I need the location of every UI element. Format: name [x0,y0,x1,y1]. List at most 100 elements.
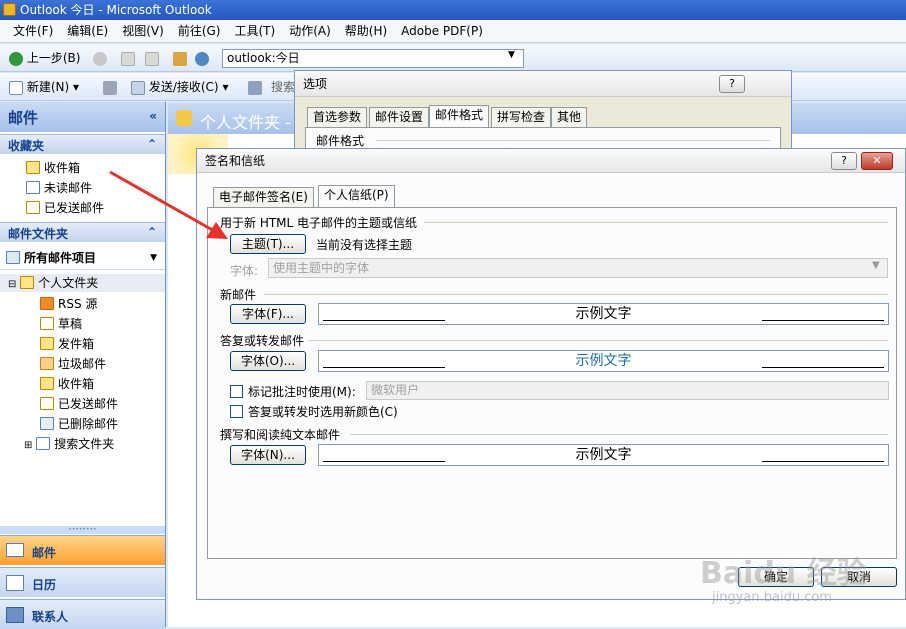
mark-comments-name-input[interactable]: 微软用户 [366,381,889,400]
options-help-button[interactable]: ? [719,75,745,93]
folder-sent[interactable]: 已发送邮件 [40,395,118,413]
address-book-button[interactable] [245,77,265,97]
sig-help-button[interactable]: ? [831,152,857,170]
sample-underline [323,461,445,462]
menu-edit[interactable]: 编辑(E) [60,20,115,43]
annotation-arrow-icon [109,170,228,239]
personal-folders-icon [176,110,192,126]
theme-status: 当前没有选择主题 [316,238,413,252]
refresh-button[interactable] [142,48,162,68]
group-divider [350,434,888,435]
search-folder-icon [26,181,40,194]
address-input[interactable]: outlook:今日 [222,49,524,68]
group-divider [424,222,888,223]
refresh-icon [145,51,159,66]
folder-drafts[interactable]: 草稿 [40,315,82,333]
address-book-icon [248,80,262,95]
folder-rss[interactable]: RSS 源 [40,295,97,313]
junk-mail-icon [40,357,54,370]
close-icon[interactable]: ✕ [861,152,893,170]
theme-font-select[interactable]: 使用主题中的字体 [268,258,888,278]
sample-underline [762,461,884,462]
home-button[interactable] [170,48,190,68]
calendar-button[interactable]: 日历 [0,567,165,597]
title-bar: Outlook 今日 - Microsoft Outlook [0,0,906,20]
options-dialog: 选项 ? 首选参数 邮件设置 邮件格式 拼写检查 其他 邮件格式 [294,70,792,160]
nav-pane-header: 邮件 « [0,102,165,132]
contacts-icon [6,607,24,623]
plain-text-font-button[interactable]: 字体(N)... [230,445,306,465]
address-dropdown-icon[interactable]: ▼ [508,50,515,60]
web-search-button[interactable] [192,48,212,68]
deleted-items-icon [40,417,54,430]
reply-font-button[interactable]: 字体(O)... [230,351,306,371]
magnifier-globe-icon [195,51,209,66]
inbox-icon [40,377,54,390]
sample-underline [323,367,445,368]
folder-inbox[interactable]: 收件箱 [40,375,94,393]
expand-tree-icon[interactable]: ⊞ [24,440,32,451]
collapse-tree-icon[interactable]: ⊟ [8,279,16,290]
mark-comments-label: 标记批注时使用(M): [248,385,356,399]
forward-button[interactable] [90,48,110,68]
tab-mail-setup[interactable]: 邮件设置 [369,107,430,127]
mark-comments-checkbox[interactable] [230,385,243,398]
search-folder-icon [36,437,51,450]
theme-group-label: 用于新 HTML 电子邮件的主题或信纸 [220,216,418,230]
drafts-icon [40,317,54,330]
folder-search[interactable]: ⊞ 搜索文件夹 [24,435,114,453]
personal-folders-node[interactable]: ⊟ 个人文件夹 [0,274,165,292]
plain-text-label: 撰写和阅读纯文本邮件 [220,428,341,442]
menu-file[interactable]: 文件(F) [6,20,60,43]
reply-forward-label: 答复或转发邮件 [220,334,305,348]
favorite-unread[interactable]: 未读邮件 [26,179,92,197]
tab-other[interactable]: 其他 [551,107,588,127]
window-title: Outlook 今日 - Microsoft Outlook [20,3,212,17]
sample-underline [323,320,445,321]
menu-go[interactable]: 前往(G) [171,20,228,43]
printer-icon [103,80,117,95]
stop-icon [121,51,135,66]
contacts-button[interactable]: 联系人 [0,599,165,629]
print-button[interactable] [100,77,120,97]
back-button[interactable]: 上一步(B) [6,48,83,68]
menu-bar: 文件(F) 编辑(E) 视图(V) 前往(G) 工具(T) 动作(A) 帮助(H) Adobe… [0,20,906,43]
favorite-sent[interactable]: 已发送邮件 [26,199,104,217]
favorites-header[interactable]: 收藏夹 ⌃ [0,134,165,154]
new-color-label: 答复或转发时选用新颜色(C) [248,405,398,419]
theme-button[interactable]: 主题(T)... [230,234,306,254]
new-button[interactable]: 新建(N) ▾ [6,77,82,97]
stop-button[interactable] [118,48,138,68]
menu-help[interactable]: 帮助(H) [338,20,394,43]
tab-mail-format[interactable]: 邮件格式 [429,105,490,127]
watermark-url: jingyan.baidu.com [712,590,832,605]
new-mail-label: 新邮件 [220,288,257,302]
group-divider [264,294,888,295]
tab-personal-stationery[interactable]: 个人信纸(P) [318,185,395,207]
chevron-up-icon: ⌃ [146,137,157,151]
tab-spelling[interactable]: 拼写检查 [491,107,552,127]
chevron-down-icon: ▼ [872,260,880,271]
send-receive-button[interactable]: 发送/接收(C) ▾ [128,77,231,97]
folder-deleted[interactable]: 已删除邮件 [40,415,118,433]
menu-tools[interactable]: 工具(T) [227,20,282,43]
tab-preferences[interactable]: 首选参数 [307,107,368,127]
menu-adobe-pdf[interactable]: Adobe PDF(P) [394,20,490,43]
mail-button[interactable]: 邮件 [0,535,165,565]
section-divider [376,140,770,141]
mail-envelope-icon [6,543,24,557]
new-color-checkbox[interactable] [230,405,243,418]
sample-underline [762,320,884,321]
folder-outbox[interactable]: 发件箱 [40,335,94,353]
font-label: 字体: [230,264,259,278]
outbox-icon [40,337,54,350]
new-mail-font-button[interactable]: 字体(F)... [230,304,306,324]
new-mail-icon [9,80,23,95]
collapse-icon[interactable]: « [149,109,157,123]
rss-icon [40,297,54,310]
favorite-inbox[interactable]: 收件箱 [26,159,80,177]
menu-actions[interactable]: 动作(A) [282,20,338,43]
menu-view[interactable]: 视图(V) [115,20,171,43]
pane-splitter[interactable]: •••••••• [0,526,165,534]
folder-junk[interactable]: 垃圾邮件 [40,355,106,373]
